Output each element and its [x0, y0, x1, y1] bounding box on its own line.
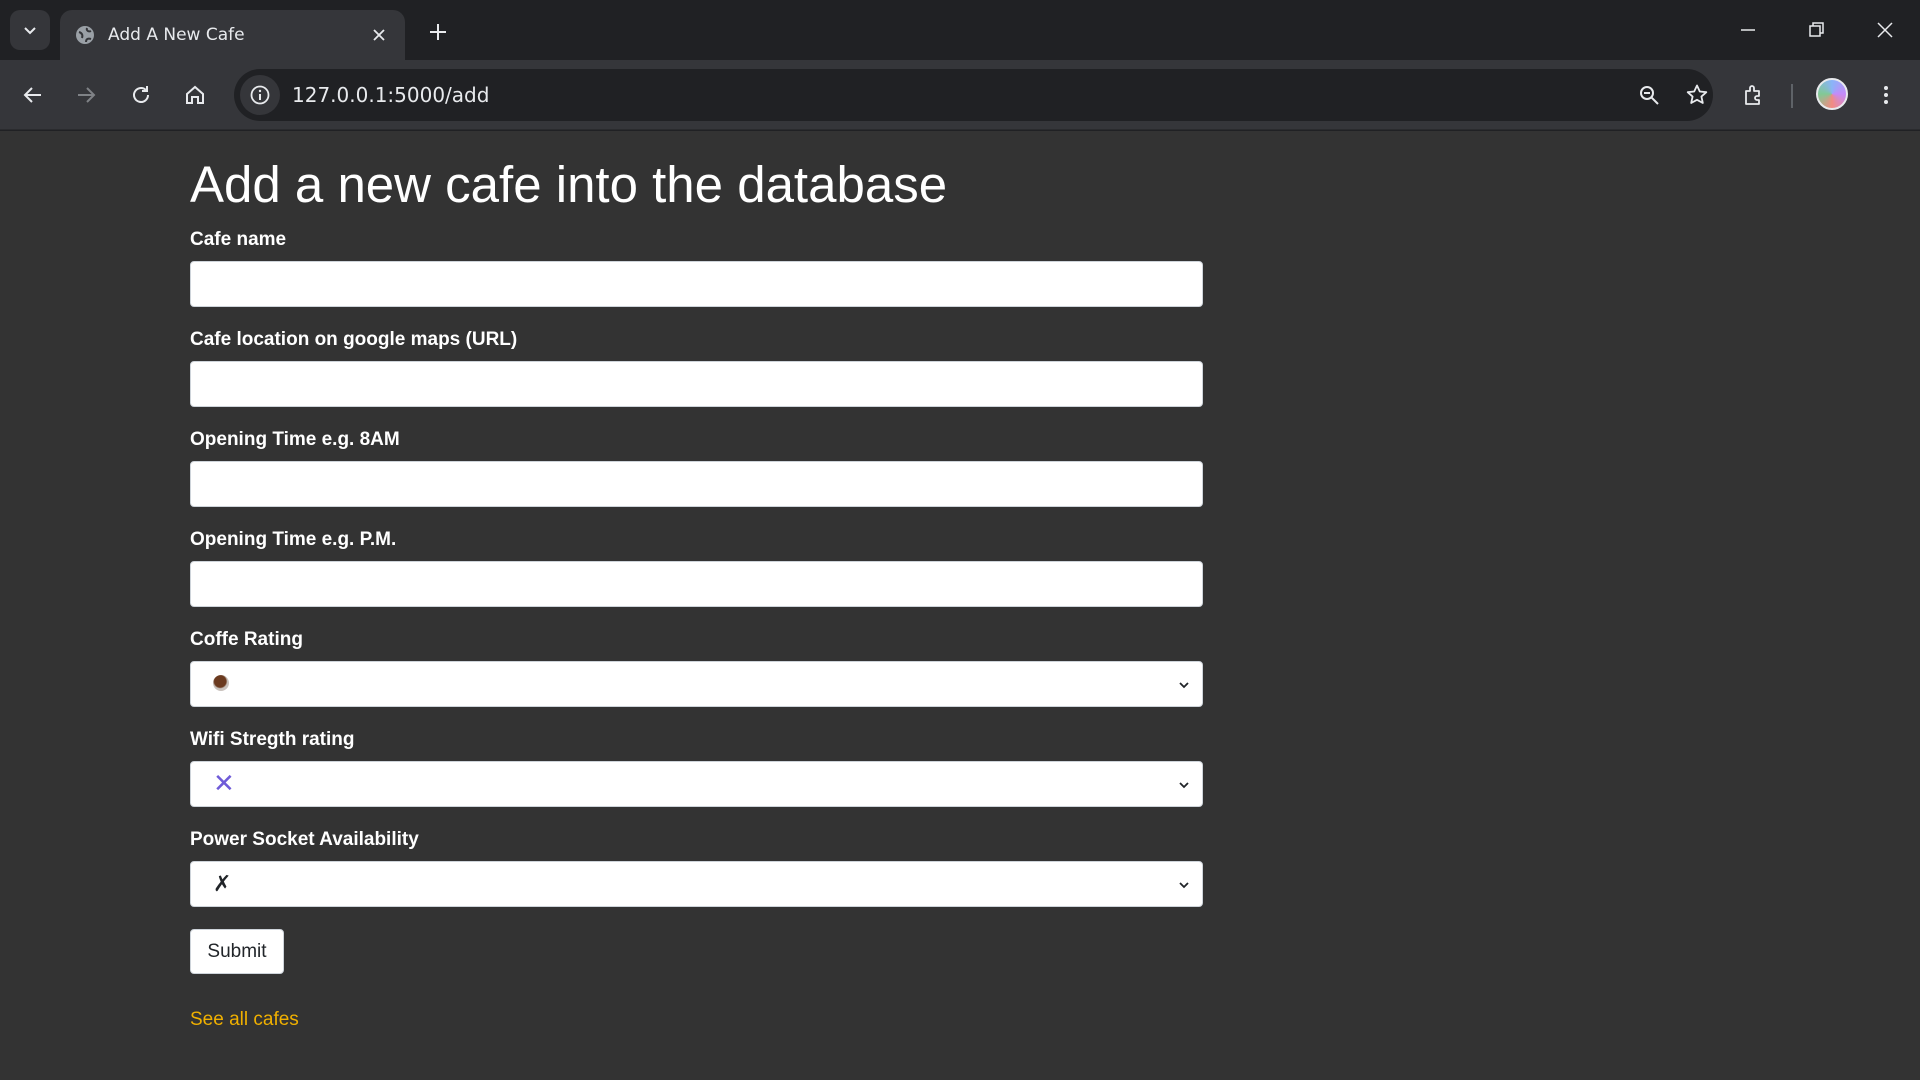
profile-avatar[interactable]	[1816, 78, 1848, 110]
site-info-icon[interactable]	[240, 75, 280, 115]
wifi-rating-value: ✕	[213, 769, 235, 799]
coffee-rating-select[interactable]: ☕	[190, 661, 1203, 707]
coffee-rating-value: ☕	[213, 672, 229, 697]
wifi-rating-label: Wifi Stregth rating	[190, 729, 355, 750]
closing-time-field: Opening Time e.g. P.M.	[190, 529, 1203, 607]
opening-time-label: Opening Time e.g. 8AM	[190, 429, 400, 450]
see-all-cafes-link[interactable]: See all cafes	[190, 1009, 299, 1031]
coffee-cup-icon	[213, 674, 229, 691]
back-arrow-icon[interactable]	[13, 75, 53, 115]
bookmark-star-icon[interactable]	[1677, 75, 1717, 115]
wifi-rating-field: Wifi Stregth rating ✕	[190, 729, 1203, 807]
tab-title: Add A New Cafe	[108, 25, 245, 45]
location-field: Cafe location on google maps (URL)	[190, 329, 1203, 407]
globe-icon	[74, 24, 96, 46]
coffee-rating-field: Coffe Rating ☕	[190, 629, 1203, 707]
extensions-icon[interactable]	[1734, 75, 1774, 115]
active-tab[interactable]: Add A New Cafe	[60, 10, 405, 60]
more-menu-icon[interactable]	[1866, 75, 1906, 115]
closing-time-input[interactable]	[190, 561, 1203, 607]
power-socket-field: Power Socket Availability ✗	[190, 829, 1203, 907]
wifi-rating-select[interactable]: ✕	[190, 761, 1203, 807]
new-tab-icon[interactable]	[420, 14, 456, 50]
minimize-icon[interactable]	[1724, 8, 1772, 52]
power-socket-select[interactable]: ✗	[190, 861, 1203, 907]
url-text[interactable]: 127.0.0.1:5000/add	[292, 83, 489, 107]
location-label: Cafe location on google maps (URL)	[190, 329, 518, 350]
close-window-icon[interactable]	[1861, 8, 1909, 52]
opening-time-field: Opening Time e.g. 8AM	[190, 429, 1203, 507]
location-url-input[interactable]	[190, 361, 1203, 407]
toolbar-divider	[1791, 84, 1793, 108]
submit-button[interactable]: Submit	[190, 929, 284, 974]
cafe-name-field: Cafe name	[190, 229, 1203, 307]
power-socket-label: Power Socket Availability	[190, 829, 419, 850]
page-content: Add a new cafe into the database Cafe na…	[0, 131, 1920, 1080]
page-title: Add a new cafe into the database	[190, 156, 948, 213]
tab-search-button[interactable]	[10, 10, 50, 50]
reload-icon[interactable]	[121, 75, 161, 115]
home-icon[interactable]	[175, 75, 215, 115]
add-cafe-form: Add a new cafe into the database Cafe na…	[190, 131, 1203, 974]
closing-time-label: Opening Time e.g. P.M.	[190, 529, 397, 550]
opening-time-input[interactable]	[190, 461, 1203, 507]
cafe-name-label: Cafe name	[190, 229, 287, 250]
cafe-name-input[interactable]	[190, 261, 1203, 307]
chevron-down-icon	[1174, 775, 1194, 795]
restore-icon[interactable]	[1792, 8, 1840, 52]
tab-strip: Add A New Cafe	[0, 0, 1920, 60]
coffee-rating-label: Coffe Rating	[190, 629, 303, 650]
forward-arrow-icon[interactable]	[66, 75, 106, 115]
zoom-icon[interactable]	[1629, 75, 1669, 115]
chevron-down-icon	[1174, 875, 1194, 895]
chevron-down-icon	[1174, 675, 1194, 695]
close-tab-icon[interactable]	[365, 21, 393, 49]
power-socket-value: ✗	[213, 871, 232, 897]
address-bar[interactable]: 127.0.0.1:5000/add	[234, 69, 1713, 121]
chevron-down-icon	[24, 27, 36, 35]
browser-toolbar: 127.0.0.1:5000/add	[0, 60, 1920, 130]
